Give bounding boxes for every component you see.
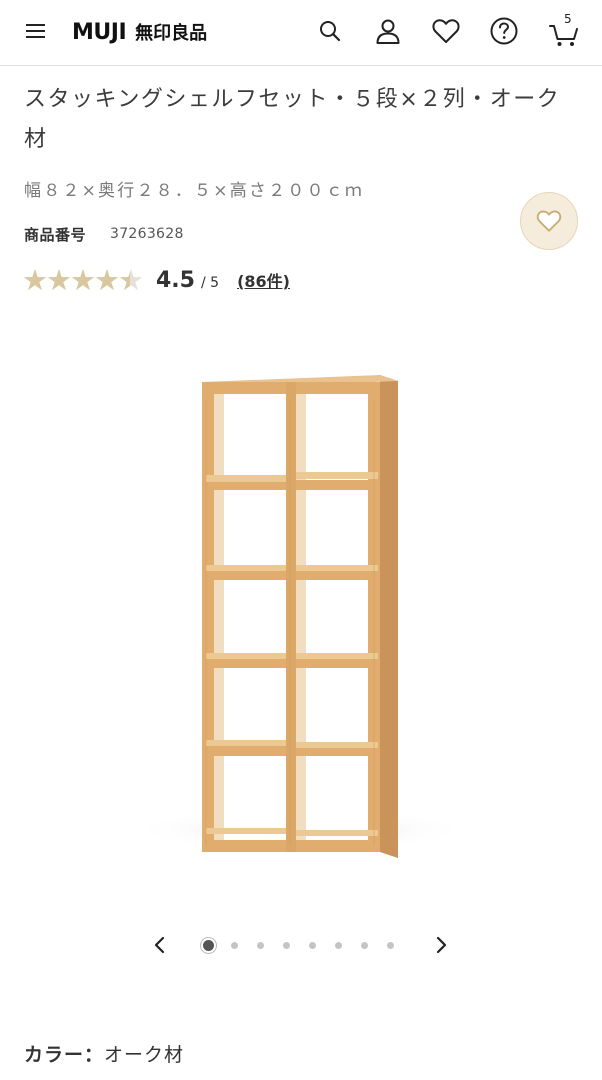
product-dimensions: 幅８２×奥行２８．５×高さ２００ｃｍ (24, 181, 365, 201)
color-selection: カラー：オーク材 (24, 1040, 184, 1067)
product-code-value: 37263628 (110, 226, 184, 242)
heart-outline-icon (536, 210, 562, 232)
rating-row: ★★★★★ ★★★★★ 4.5 / 5 (86件) (22, 262, 290, 298)
color-label: カラー： (24, 1044, 105, 1066)
muji-logo[interactable]: MUJI 無印良品 (72, 16, 207, 48)
color-value: オーク材 (104, 1044, 185, 1066)
menu-button[interactable] (18, 12, 54, 50)
product-code-label: 商品番号 (24, 225, 87, 244)
product-title: スタッキングシェルフセット・５段×２列・オーク材 (24, 87, 561, 152)
cart-icon (549, 25, 578, 46)
carousel-dot[interactable] (387, 941, 394, 949)
favorites-button[interactable] (428, 12, 464, 50)
carousel-dot[interactable] (283, 941, 290, 949)
image-carousel-controls (0, 930, 602, 960)
product-image[interactable] (0, 330, 602, 890)
chevron-left-icon (154, 936, 165, 954)
carousel-dot[interactable] (257, 941, 264, 949)
person-icon (376, 19, 400, 44)
rating-value: 4.5 (156, 267, 195, 293)
search-button[interactable] (312, 12, 348, 50)
logo-text-jp: 無印良品 (135, 23, 208, 44)
hamburger-menu-icon (26, 24, 45, 38)
carousel-dot[interactable] (203, 939, 214, 951)
question-circle-icon (490, 17, 518, 45)
add-to-favorites-button[interactable] (520, 192, 578, 250)
chevron-right-icon (436, 936, 447, 954)
product-code-row: 商品番号 37263628 (24, 222, 184, 246)
carousel-dot[interactable] (361, 941, 368, 949)
stacking-shelf-illustration (130, 375, 470, 858)
heart-icon (432, 19, 460, 43)
carousel-dots (200, 938, 413, 952)
logo-text-en: MUJI (72, 19, 127, 45)
carousel-dot[interactable] (335, 941, 342, 949)
carousel-dot[interactable] (309, 941, 316, 949)
rating-stars-filled: ★★★★★ (22, 264, 130, 296)
rating-max: / 5 (200, 275, 220, 291)
help-button[interactable] (486, 12, 522, 50)
review-count-link[interactable]: (86件) (237, 268, 290, 292)
account-button[interactable] (370, 12, 406, 50)
rating-stars: ★★★★★ ★★★★★ (22, 264, 144, 296)
site-header: MUJI 無印良品 5 (0, 0, 602, 66)
carousel-dot[interactable] (231, 941, 238, 949)
carousel-prev-button[interactable] (145, 930, 175, 960)
search-icon (320, 21, 341, 42)
carousel-next-button[interactable] (426, 930, 456, 960)
cart-button[interactable]: 5 (546, 12, 582, 50)
